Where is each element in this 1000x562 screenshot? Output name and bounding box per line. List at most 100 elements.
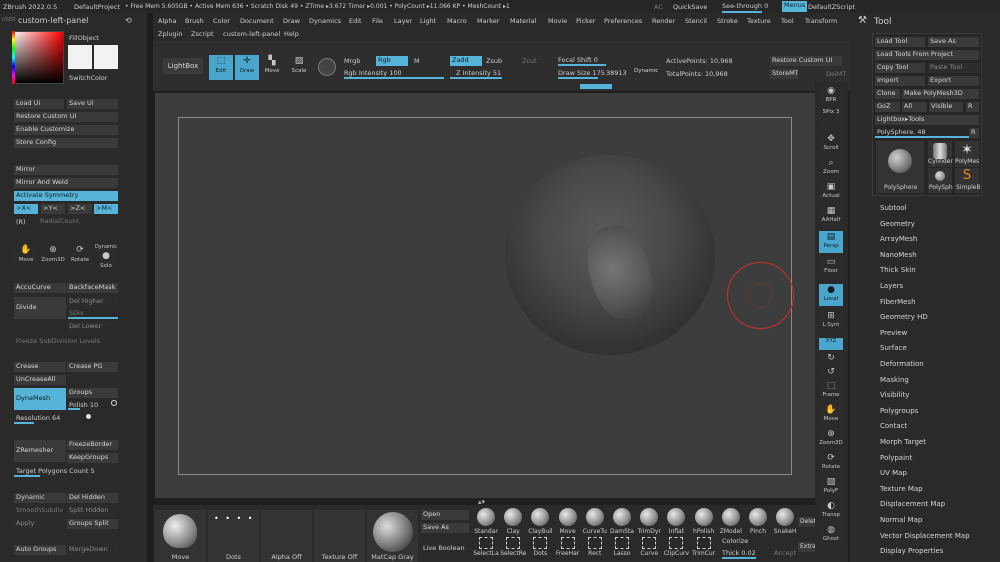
menu-tool[interactable]: Tool (781, 17, 794, 25)
polysphere-r-button[interactable]: R (969, 128, 979, 138)
shelf-rotate-12[interactable]: ↺ (819, 366, 843, 378)
dynamic-size-button[interactable]: Dynamic (632, 67, 662, 77)
menu-preferences[interactable]: Preferences (604, 17, 642, 25)
quicksave-button[interactable]: QuickSave (673, 3, 707, 11)
shelf-rotate-11[interactable]: ↻ (819, 352, 843, 364)
groups-split-button[interactable]: Groups Split (67, 519, 118, 529)
shelf-transp[interactable]: ◐ Transp (819, 500, 843, 522)
accucurve-button[interactable]: AccuCurve (14, 283, 66, 293)
move-mode-button[interactable]: ▚ Move (261, 55, 283, 80)
menu-document[interactable]: Document (240, 17, 274, 25)
del-lower-button[interactable]: Del Lower (67, 322, 118, 332)
crease-button[interactable]: Crease (14, 362, 66, 372)
colorize-button[interactable]: Colorize (722, 537, 748, 545)
brush-pinch[interactable]: Pinch (745, 508, 771, 535)
menu-draw[interactable]: Draw (283, 17, 300, 25)
import-button[interactable]: Import (875, 76, 925, 86)
edit-mode-button[interactable]: ⬚ Edit (209, 55, 233, 80)
tool-vector-displacement-map[interactable]: Vector Displacement Map (880, 532, 970, 540)
smooth-subdiv-slider[interactable]: SmoothSubdiv (16, 506, 63, 514)
symmetry-x-button[interactable]: >X< (14, 204, 38, 214)
brush-inflat[interactable]: Inflat (663, 508, 689, 535)
menu-render[interactable]: Render (652, 17, 675, 25)
brush-freehar[interactable]: FreeHar (555, 537, 581, 557)
enable-customize-button[interactable]: Enable Customize (14, 125, 118, 135)
color-hue-strip[interactable] (12, 31, 15, 84)
store-mt-button[interactable]: StoreMT (770, 69, 798, 79)
rgb-button[interactable]: Rgb (376, 56, 408, 66)
tool-fibermesh[interactable]: FiberMesh (880, 298, 916, 306)
r-button[interactable]: R (966, 102, 979, 112)
brush-selectre[interactable]: SelectRe (500, 537, 526, 557)
draw-mode-button[interactable]: ✛ Draw (235, 55, 259, 80)
brush-damsta[interactable]: DamSta (609, 508, 635, 535)
solo-button[interactable]: Dynamic ● Solo (94, 244, 118, 270)
keep-groups-button[interactable]: KeepGroups (67, 453, 118, 463)
shelf-polyf[interactable]: ▧ PolyF (819, 476, 843, 498)
lightbox-tools-button[interactable]: Lightbox▸Tools (875, 115, 979, 125)
goz-button[interactable]: GoZ (875, 102, 900, 112)
save-as-button[interactable]: Save As (928, 37, 979, 47)
copy-tool-button[interactable]: Copy Tool (875, 63, 925, 73)
rgb-intensity-slider[interactable]: Rgb Intensity 100 (344, 69, 402, 77)
brush-lasso[interactable]: Lasso (609, 537, 635, 557)
menu-color[interactable]: Color (213, 17, 230, 25)
shelf-xyz[interactable]: XYZ (819, 338, 843, 350)
tool-surface[interactable]: Surface (880, 344, 907, 352)
menu-transform[interactable]: Transform (805, 17, 837, 25)
menus-button[interactable]: Menus (782, 1, 808, 12)
brush-selectla[interactable]: SelectLa (473, 537, 499, 557)
switch-color-button[interactable]: SwitchColor (69, 74, 107, 82)
brush-claybuil[interactable]: ClayBuil (527, 508, 553, 535)
store-config-button[interactable]: Store Config (14, 138, 118, 148)
menu-texture[interactable]: Texture (747, 17, 771, 25)
tool-deformation[interactable]: Deformation (880, 360, 924, 368)
tool-geometry-hd[interactable]: Geometry HD (880, 313, 928, 321)
tile-alpha-off[interactable]: Alpha Off (261, 510, 312, 562)
dynamic-subdiv-button[interactable]: Dynamic (14, 493, 66, 503)
symmetry-y-button[interactable]: >Y< (41, 204, 65, 214)
menu-zscript[interactable]: Zscript (191, 30, 214, 38)
zsub-button[interactable]: Zsub (486, 57, 502, 65)
zadd-button[interactable]: Zadd (450, 56, 482, 66)
menu-light[interactable]: Light (420, 17, 436, 25)
main-color-swatch[interactable] (68, 45, 92, 69)
menu-movie[interactable]: Movie (548, 17, 567, 25)
menu-picker[interactable]: Picker (576, 17, 595, 25)
brush-dots[interactable]: Dots (527, 537, 553, 557)
polysphere-slider[interactable]: PolySphere. 48 (877, 128, 926, 136)
target-polygons-slider[interactable]: Target Polygons Count 5 (16, 467, 95, 475)
freeze-subdiv-button[interactable]: Freeze SubDivision Levels (16, 337, 100, 345)
menu-marker[interactable]: Marker (477, 17, 499, 25)
open-button[interactable]: Open (421, 510, 469, 520)
tile-texture-off[interactable]: Texture Off (314, 510, 365, 562)
brush-hpolish[interactable]: hPolish (691, 508, 717, 535)
shelf-zoom[interactable]: ⌕ Zoom (819, 157, 843, 179)
tool-texture-map[interactable]: Texture Map (880, 485, 923, 493)
menu-alpha[interactable]: Alpha (158, 17, 176, 25)
tool-uv-map[interactable]: UV Map (880, 469, 907, 477)
shelf-bpr[interactable]: ◉ BPR (819, 85, 843, 107)
brush-clay[interactable]: Clay (500, 508, 526, 535)
backfacemask-button[interactable]: BackfaceMask (67, 283, 118, 293)
dynamesh-button[interactable]: DynaMesh (14, 388, 66, 410)
brush-curve[interactable]: Curve (636, 537, 662, 557)
menu-brush[interactable]: Brush (185, 17, 204, 25)
symmetry-z-button[interactable]: >Z< (68, 204, 92, 214)
shelf-scroll[interactable]: ✥ Scroll (819, 133, 843, 155)
divide-button[interactable]: Divide (14, 297, 66, 319)
tool-masking[interactable]: Masking (880, 376, 909, 384)
tool-preview[interactable]: Preview (880, 329, 907, 337)
brush-move[interactable]: Move (555, 508, 581, 535)
split-hidden-button[interactable]: Split Hidden (67, 506, 118, 516)
resolution-slider[interactable]: Resolution 64 (16, 414, 60, 422)
brush-standar[interactable]: Standar (473, 508, 499, 535)
menu-stroke[interactable]: Stroke (717, 17, 738, 25)
menu-macro[interactable]: Macro (447, 17, 467, 25)
shelf-aahalf[interactable]: ▦ AAHalf (819, 205, 843, 227)
shelf-persp[interactable]: ▤ Persp (819, 231, 843, 253)
zoom3d-nav-button[interactable]: ⊕ Zoom3D (41, 244, 65, 270)
menu-material[interactable]: Material (510, 17, 536, 25)
polish-toggle-icon[interactable] (111, 400, 117, 406)
all-button[interactable]: All (902, 102, 927, 112)
